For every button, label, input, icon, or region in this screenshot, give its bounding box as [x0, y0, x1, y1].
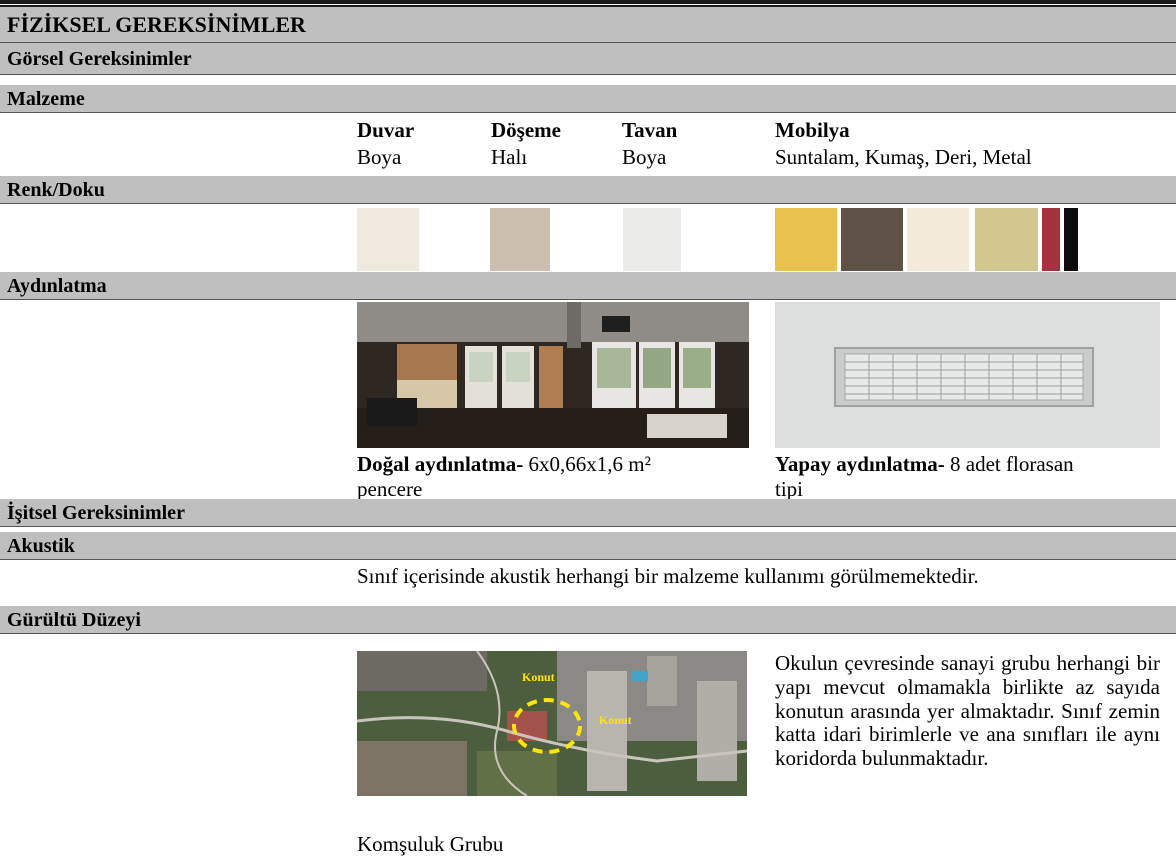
- acoustic-heading: Akustik: [0, 532, 1176, 560]
- noise-description: Okulun çevresinde sanayi grubu herhangi …: [775, 651, 1160, 771]
- document-page: FİZİKSEL GEREKSİNİMLER Görsel Gereksinim…: [0, 0, 1176, 866]
- material-label-wall: Duvar: [357, 118, 415, 142]
- classroom-photo: [357, 302, 749, 448]
- natural-lighting-label: Doğal aydınlatma-: [357, 452, 524, 476]
- visual-heading: Görsel Gereksinimler: [0, 43, 1176, 75]
- artificial-lighting-label: Yapay aydınlatma-: [775, 452, 945, 476]
- swatch-furniture-3: [907, 208, 969, 271]
- material-value-ceiling: Boya: [622, 145, 667, 169]
- auditory-heading: İşitsel Gereksinimler: [0, 499, 1176, 527]
- lighting-heading: Aydınlatma: [0, 272, 1176, 300]
- map-label-housing-2: Konut: [599, 713, 632, 727]
- artificial-lighting-text-line2: tipi: [775, 477, 804, 501]
- map-caption: Komşuluk Grubu: [357, 832, 504, 856]
- material-value-floor: Halı: [491, 145, 528, 169]
- fluorescent-light-photo: [775, 302, 1160, 448]
- swatch-floor: [490, 208, 550, 271]
- map-label-housing-1: Konut: [522, 670, 555, 684]
- artificial-lighting-text: 8 adet florasan: [950, 452, 1074, 476]
- material-label-ceiling: Tavan: [622, 118, 678, 142]
- natural-lighting-caption: Doğal aydınlatma- 6x0,66x1,6 m²: [357, 452, 651, 476]
- material-label-floor: Döşeme: [491, 118, 561, 142]
- acoustic-text: Sınıf içerisinde akustik herhangi bir ma…: [357, 564, 979, 588]
- color-heading: Renk/Doku: [0, 176, 1176, 204]
- noise-heading: Gürültü Düzeyi: [0, 606, 1176, 634]
- swatch-ceiling: [623, 208, 681, 271]
- swatch-furniture-4: [975, 208, 1038, 271]
- material-value-furniture: Suntalam, Kumaş, Deri, Metal: [775, 145, 1032, 169]
- material-value-wall: Boya: [357, 145, 402, 169]
- swatch-furniture-2: [841, 208, 903, 271]
- material-heading: Malzeme: [0, 85, 1176, 113]
- swatch-furniture-5: [1042, 208, 1060, 271]
- natural-lighting-text: 6x0,66x1,6 m²: [528, 452, 651, 476]
- swatch-wall: [357, 208, 419, 271]
- section-title: FİZİKSEL GEREKSİNİMLER: [0, 7, 1176, 43]
- top-rule: [0, 0, 1176, 4]
- material-label-furniture: Mobilya: [775, 118, 850, 142]
- swatch-furniture-1: [775, 208, 837, 271]
- natural-lighting-text-line2: pencere: [357, 477, 423, 501]
- swatch-furniture-6: [1064, 208, 1078, 271]
- neighborhood-map: Konut Konut: [357, 651, 747, 796]
- artificial-lighting-caption: Yapay aydınlatma- 8 adet florasan: [775, 452, 1074, 476]
